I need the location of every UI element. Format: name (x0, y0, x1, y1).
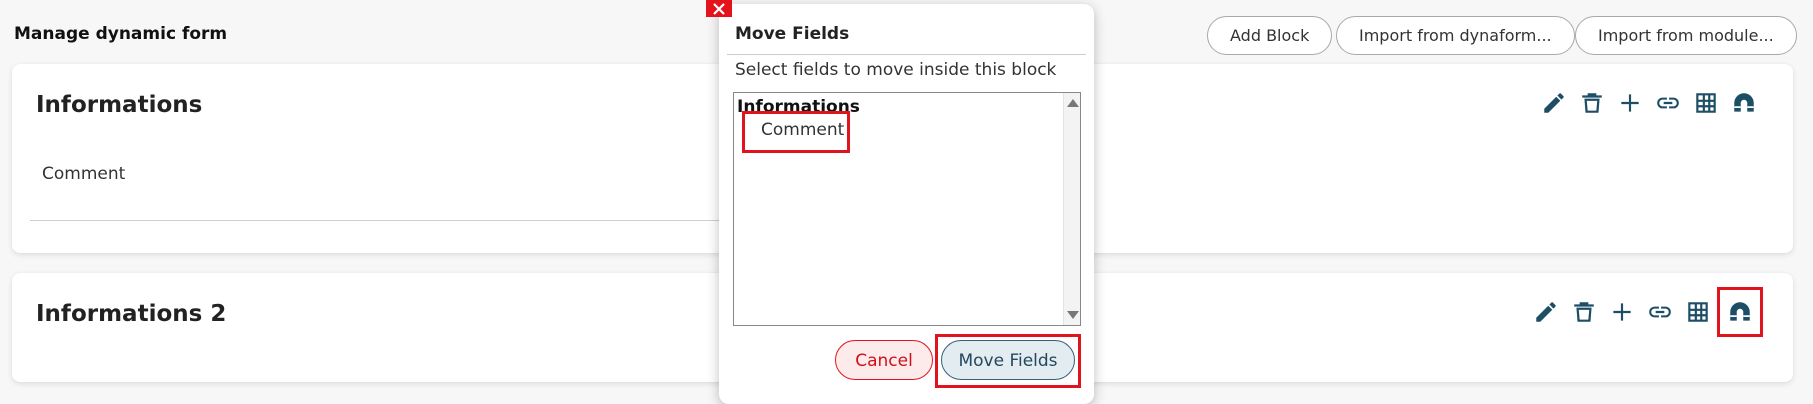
block-title: Informations 2 (36, 301, 227, 327)
scroll-down-icon[interactable] (1067, 311, 1079, 319)
import-from-dynaform-button[interactable]: Import from dynaform... (1336, 16, 1575, 55)
close-icon[interactable] (706, 0, 732, 17)
block-actions (1535, 86, 1763, 120)
edit-icon[interactable] (1527, 295, 1565, 329)
trash-icon[interactable] (1565, 295, 1603, 329)
trash-icon[interactable] (1573, 86, 1611, 120)
block-actions (1527, 287, 1763, 337)
magnet-icon[interactable] (1725, 86, 1763, 120)
edit-icon[interactable] (1535, 86, 1573, 120)
dialog-description: Select fields to move inside this block (735, 60, 1057, 80)
move-fields-button[interactable]: Move Fields (941, 340, 1075, 380)
dialog-title: Move Fields (735, 24, 850, 44)
plus-icon[interactable] (1611, 86, 1649, 120)
scroll-up-icon[interactable] (1067, 99, 1079, 107)
option-comment[interactable]: Comment (742, 111, 850, 153)
dialog-divider (727, 54, 1086, 55)
link-icon[interactable] (1649, 86, 1687, 120)
grid-icon[interactable] (1687, 86, 1725, 120)
magnet-icon[interactable] (1717, 287, 1763, 337)
plus-icon[interactable] (1603, 295, 1641, 329)
cancel-button[interactable]: Cancel (835, 340, 933, 380)
link-icon[interactable] (1641, 295, 1679, 329)
divider (30, 220, 730, 221)
listbox-scrollbar[interactable] (1063, 93, 1080, 325)
fields-listbox[interactable]: Informations Comment (733, 92, 1081, 326)
block-title: Informations (36, 92, 203, 118)
move-fields-dialog: Move Fields Select fields to move inside… (719, 4, 1094, 404)
import-from-module-button[interactable]: Import from module... (1575, 16, 1797, 55)
field-label-comment[interactable]: Comment (42, 164, 125, 184)
page-title: Manage dynamic form (14, 24, 228, 44)
grid-icon[interactable] (1679, 295, 1717, 329)
add-block-button[interactable]: Add Block (1207, 16, 1333, 55)
